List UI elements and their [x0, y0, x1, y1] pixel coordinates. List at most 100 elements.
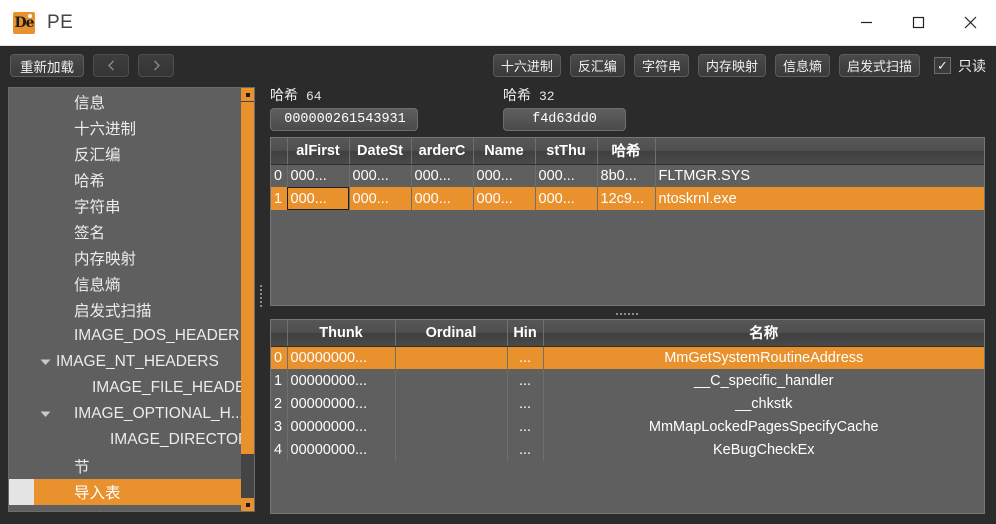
import-table-col-1[interactable]: alFirst: [287, 138, 350, 165]
import-table-col-3[interactable]: arderC: [411, 138, 474, 165]
import-table-col-2[interactable]: DateSt: [349, 138, 412, 165]
back-button[interactable]: [93, 54, 129, 77]
hex-button[interactable]: 十六进制: [492, 54, 561, 77]
table-row[interactable]: 0 00000000...... MmGetSystemRoutineAddress: [271, 346, 984, 369]
close-button[interactable]: [944, 0, 996, 46]
disassemble-button[interactable]: 反汇编: [569, 54, 625, 77]
table-row[interactable]: 0 000... 000... 000... 000... 000... 8b0... FLT…: [271, 164, 984, 187]
minimize-button[interactable]: [840, 0, 892, 46]
name-cell[interactable]: MmMapLockedPagesSpecifyCache: [543, 415, 984, 438]
entropy-button[interactable]: 信息熵: [774, 54, 830, 77]
sidebar-item-13[interactable]: IMAGE_DIRECTOR...: [9, 427, 254, 453]
scroll-up-button[interactable]: [241, 88, 254, 101]
import-table-col-5[interactable]: stThu: [535, 138, 598, 165]
scroll-down-button[interactable]: [241, 498, 254, 511]
table-row[interactable]: 2 00000000...... __chkstk: [271, 392, 984, 415]
table-cell[interactable]: 000...: [535, 187, 598, 210]
table-cell[interactable]: 000...: [287, 187, 350, 210]
sidebar-item-4[interactable]: 字符串: [9, 193, 254, 219]
table-cell[interactable]: FLTMGR.SYS: [655, 164, 984, 187]
strings-button[interactable]: 字符串: [633, 54, 689, 77]
functions-col-0[interactable]: [271, 320, 288, 347]
thunk-cell[interactable]: 00000000...: [287, 392, 396, 415]
sidebar-scrollbar[interactable]: [241, 88, 254, 511]
heuristic-scan-button[interactable]: 启发式扫描: [838, 54, 920, 77]
ordinal-cell[interactable]: [395, 392, 508, 415]
sidebar-item-1[interactable]: 十六进制: [9, 115, 254, 141]
name-cell[interactable]: MmGetSystemRoutineAddress: [543, 346, 984, 369]
expand-arrow[interactable]: [34, 410, 56, 418]
maximize-button[interactable]: [892, 0, 944, 46]
sidebar-item-5[interactable]: 签名: [9, 219, 254, 245]
thunk-cell[interactable]: 00000000...: [287, 346, 396, 369]
scrollbar-thumb[interactable]: [241, 102, 254, 454]
sidebar-item-6[interactable]: 内存映射: [9, 245, 254, 271]
sidebar-item-16[interactable]: 例外: [9, 505, 254, 511]
sidebar-item-7[interactable]: 信息熵: [9, 271, 254, 297]
table-cell[interactable]: 000...: [349, 187, 412, 210]
readonly-checkbox[interactable]: ✓: [934, 57, 951, 74]
thunk-cell[interactable]: 00000000...: [287, 415, 396, 438]
hint-cell[interactable]: ...: [507, 415, 544, 438]
table-cell[interactable]: 12c9...: [597, 187, 656, 210]
vertical-splitter[interactable]: [258, 87, 266, 512]
import-functions-table[interactable]: Thunk Ordinal Hin 名称 0 00000000...... MmGetSys…: [271, 320, 984, 461]
table-cell[interactable]: 000...: [411, 164, 474, 187]
table-cell[interactable]: 000...: [535, 164, 598, 187]
thunk-cell[interactable]: 00000000...: [287, 438, 396, 461]
functions-col-4[interactable]: 名称: [543, 320, 984, 347]
sidebar-item-10[interactable]: IMAGE_NT_HEADERS: [9, 349, 254, 375]
table-cell[interactable]: 000...: [349, 164, 412, 187]
hint-cell[interactable]: ...: [507, 392, 544, 415]
functions-col-3[interactable]: Hin: [507, 320, 544, 347]
table-cell[interactable]: ntoskrnl.exe: [655, 187, 984, 210]
import-table-col-6[interactable]: 哈希: [597, 138, 656, 165]
reload-button[interactable]: 重新加载: [10, 54, 84, 77]
table-row[interactable]: 1 00000000...... __C_specific_handler: [271, 369, 984, 392]
sidebar-item-9[interactable]: IMAGE_DOS_HEADER: [9, 323, 254, 349]
horizontal-splitter[interactable]: [270, 310, 985, 318]
ordinal-cell[interactable]: [395, 346, 508, 369]
ordinal-cell[interactable]: [395, 438, 508, 461]
table-row[interactable]: 4 00000000...... KeBugCheckEx: [271, 438, 984, 461]
sidebar-item-0[interactable]: 信息: [9, 89, 254, 115]
functions-col-1[interactable]: Thunk: [287, 320, 396, 347]
table-row[interactable]: 1 000... 000... 000... 000... 000... 12c9... nt…: [271, 187, 984, 210]
table-cell[interactable]: 000...: [411, 187, 474, 210]
readonly-checkbox-group[interactable]: ✓ 只读: [934, 56, 986, 76]
table-row[interactable]: 3 00000000...... MmMapLockedPagesSpecifyCa…: [271, 415, 984, 438]
import-table[interactable]: alFirst DateSt arderC Name stThu 哈希 0 000... 000…: [271, 138, 984, 210]
name-cell[interactable]: KeBugCheckEx: [543, 438, 984, 461]
table-cell[interactable]: 8b0...: [597, 164, 656, 187]
import-table-col-7[interactable]: [655, 138, 984, 165]
functions-col-2[interactable]: Ordinal: [395, 320, 508, 347]
thunk-cell[interactable]: 00000000...: [287, 369, 396, 392]
ordinal-cell[interactable]: [395, 415, 508, 438]
table-cell[interactable]: 000...: [473, 164, 536, 187]
hint-cell[interactable]: ...: [507, 346, 544, 369]
sidebar-item-11[interactable]: IMAGE_FILE_HEADER: [9, 375, 254, 401]
table-cell[interactable]: 000...: [473, 187, 536, 210]
sidebar-item-12[interactable]: IMAGE_OPTIONAL_H...: [9, 401, 254, 427]
import-table-col-4[interactable]: Name: [473, 138, 536, 165]
ordinal-cell[interactable]: [395, 369, 508, 392]
sidebar-item-14[interactable]: 节: [9, 453, 254, 479]
window-title: PE: [47, 11, 74, 33]
hash64-field[interactable]: 000000261543931: [270, 108, 418, 131]
sidebar-tree[interactable]: 信息 十六进制 反汇编 哈希 字符串 签名 内存映射 信息熵 启发式扫描 IMAGE_DOS_HE…: [9, 88, 254, 511]
hash32-field[interactable]: f4d63dd0: [503, 108, 626, 131]
sidebar-item-8[interactable]: 启发式扫描: [9, 297, 254, 323]
sidebar-item-15[interactable]: 导入表: [9, 479, 254, 505]
forward-button[interactable]: [138, 54, 174, 77]
sidebar-item-2[interactable]: 反汇编: [9, 141, 254, 167]
memory-map-button[interactable]: 内存映射: [697, 54, 766, 77]
sidebar-item-3[interactable]: 哈希: [9, 167, 254, 193]
expand-arrow[interactable]: [34, 358, 56, 366]
hint-cell[interactable]: ...: [507, 438, 544, 461]
hash32-label-row: 哈希 32: [503, 85, 626, 107]
import-table-col-0[interactable]: [271, 138, 288, 165]
name-cell[interactable]: __C_specific_handler: [543, 369, 984, 392]
name-cell[interactable]: __chkstk: [543, 392, 984, 415]
hint-cell[interactable]: ...: [507, 369, 544, 392]
table-cell[interactable]: 000...: [287, 164, 350, 187]
